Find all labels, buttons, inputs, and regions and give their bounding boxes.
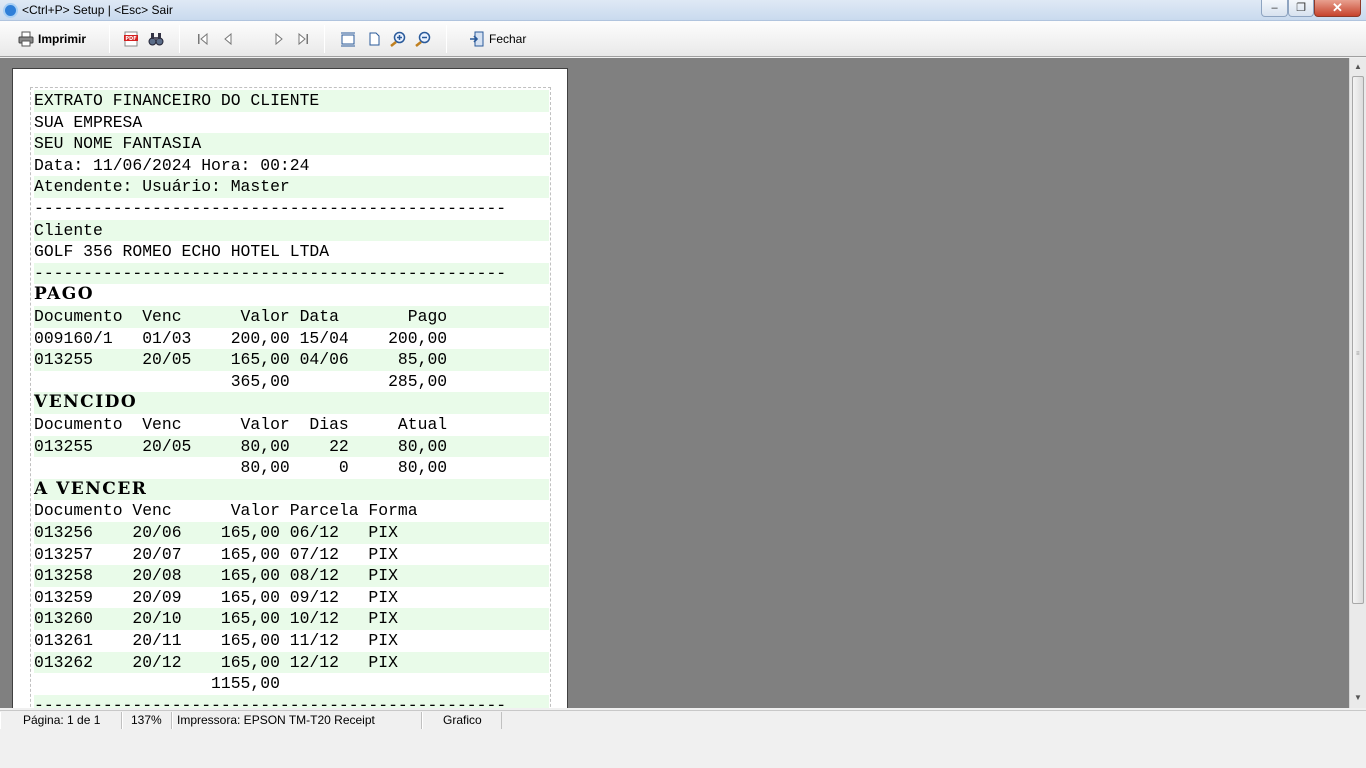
- page-icon: [366, 31, 382, 47]
- zoom-out-icon: [415, 31, 431, 47]
- previous-page-icon: [221, 31, 237, 47]
- report-page: EXTRATO FINANCEIRO DO CLIENTE SUA EMPRESA…: [12, 68, 568, 708]
- zoom-level: 137%: [122, 712, 172, 729]
- receipt-line: EXTRATO FINANCEIRO DO CLIENTE: [34, 90, 549, 112]
- receipt-line: 013255 20/05 80,00 22 80,00: [34, 435, 549, 458]
- receipt-line: GOLF 356 ROMEO ECHO HOTEL LTDA: [34, 242, 330, 262]
- print-button[interactable]: Imprimir: [18, 27, 86, 51]
- find-button[interactable]: [148, 27, 164, 51]
- receipt-line: Cliente: [34, 219, 549, 242]
- first-page-icon: [195, 31, 211, 47]
- receipt-line: 1155,00: [34, 674, 280, 694]
- print-label: Imprimir: [38, 32, 87, 46]
- toolbar-divider: [324, 25, 325, 53]
- first-page-button[interactable]: [195, 27, 211, 51]
- receipt-line: SEU NOME FANTASIA: [34, 133, 549, 155]
- close-icon: ✕: [1332, 0, 1343, 15]
- zoom-out-button[interactable]: [415, 27, 431, 51]
- toolbar-divider: [109, 25, 110, 53]
- receipt-line: 013257 20/07 165,00 07/12 PIX: [34, 544, 398, 564]
- printer-name: Impressora: EPSON TM-T20 Receipt: [172, 712, 422, 729]
- page-indicator: Página: 1 de 1: [0, 712, 122, 729]
- status-bar: Página: 1 de 1 137% Impressora: EPSON TM…: [0, 710, 1366, 730]
- receipt-line: ----------------------------------------…: [34, 199, 507, 218]
- section-heading: A VENCER: [34, 478, 549, 501]
- zoom-in-button[interactable]: [390, 27, 406, 51]
- receipt-line: 013258 20/08 165,00 08/12 PIX: [34, 565, 549, 587]
- toolbar: Imprimir PDF Fechar: [0, 21, 1366, 57]
- receipt-line: ----------------------------------------…: [34, 262, 549, 285]
- receipt-line: Documento Venc Valor Parcela Forma: [34, 501, 418, 521]
- close-preview-button[interactable]: Fechar: [469, 27, 526, 51]
- receipt-line: SUA EMPRESA: [34, 112, 143, 132]
- receipt-content: EXTRATO FINANCEIRO DO CLIENTE SUA EMPRESA…: [30, 87, 551, 708]
- app-icon: [3, 3, 18, 18]
- exit-door-icon: [469, 31, 485, 47]
- toolbar-divider: [446, 25, 447, 53]
- receipt-line: 80,00 0 80,00: [34, 458, 448, 478]
- receipt-line: 013255 20/05 165,00 04/06 85,00: [34, 349, 549, 371]
- receipt-line: ----------------------------------------…: [34, 694, 549, 708]
- last-page-button[interactable]: [295, 27, 311, 51]
- minimize-icon: –: [1271, 2, 1278, 14]
- pdf-icon: PDF: [123, 31, 139, 47]
- receipt-line: 013260 20/10 165,00 10/12 PIX: [34, 608, 549, 630]
- receipt-line: Data: 11/06/2024 Hora: 00:24: [34, 155, 310, 175]
- printer-icon: [18, 31, 34, 47]
- preview-area[interactable]: EXTRATO FINANCEIRO DO CLIENTE SUA EMPRESA…: [0, 58, 1349, 708]
- export-pdf-button[interactable]: PDF: [123, 27, 139, 51]
- next-page-icon: [270, 31, 286, 47]
- receipt-line: 009160/1 01/03 200,00 15/04 200,00: [34, 328, 448, 348]
- receipt-line: 013259 20/09 165,00 09/12 PIX: [34, 587, 398, 607]
- receipt-line: Documento Venc Valor Data Pago: [34, 306, 549, 328]
- binoculars-icon: [148, 31, 164, 47]
- scroll-thumb[interactable]: ≡: [1352, 76, 1364, 604]
- receipt-line: Documento Venc Valor Dias Atual: [34, 415, 448, 434]
- scroll-down-icon[interactable]: ▼: [1350, 690, 1366, 706]
- close-label: Fechar: [489, 32, 527, 46]
- receipt-line: 013256 20/06 165,00 06/12 PIX: [34, 522, 549, 544]
- maximize-button[interactable]: ❐: [1288, 0, 1314, 17]
- window-title: <Ctrl+P> Setup | <Esc> Sair: [22, 3, 173, 17]
- receipt-line: 365,00 285,00: [34, 371, 448, 391]
- restore-icon: ❐: [1296, 2, 1306, 14]
- next-page-button[interactable]: [270, 27, 286, 51]
- receipt-line: Atendente: Usuário: Master: [34, 176, 549, 198]
- section-heading: VENCIDO: [34, 392, 549, 414]
- receipt-line: 013261 20/11 165,00 11/12 PIX: [34, 631, 398, 650]
- page-width-icon: [340, 31, 356, 47]
- title-bar: <Ctrl+P> Setup | <Esc> Sair – ❐ ✕: [0, 0, 1366, 21]
- toolbar-divider: [179, 25, 180, 53]
- page-width-button[interactable]: [340, 27, 356, 51]
- grip-icon: ≡: [1356, 351, 1360, 357]
- last-page-icon: [295, 31, 311, 47]
- previous-page-button[interactable]: [221, 27, 237, 51]
- render-mode: Grafico: [422, 712, 502, 729]
- svg-text:PDF: PDF: [125, 36, 136, 42]
- minimize-button[interactable]: –: [1261, 0, 1288, 17]
- receipt-line: 013262 20/12 165,00 12/12 PIX: [34, 651, 549, 674]
- close-window-button[interactable]: ✕: [1314, 0, 1361, 17]
- zoom-in-icon: [390, 31, 406, 47]
- scroll-up-icon[interactable]: ▲: [1350, 59, 1366, 75]
- window-bottom-area: [0, 730, 1366, 768]
- section-heading: PAGO: [34, 284, 95, 305]
- vertical-scrollbar[interactable]: ▲ ≡ ▼: [1349, 58, 1366, 708]
- whole-page-button[interactable]: [366, 27, 382, 51]
